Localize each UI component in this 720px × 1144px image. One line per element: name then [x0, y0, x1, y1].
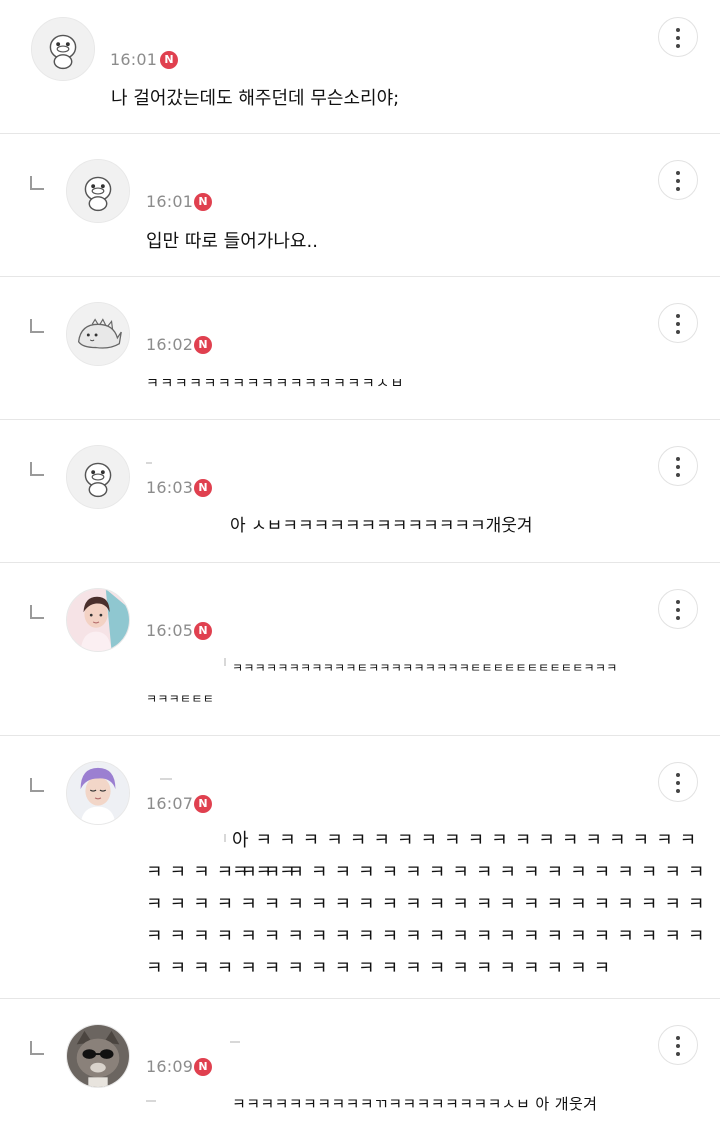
more-vertical-icon	[676, 1036, 680, 1040]
more-dot	[676, 1052, 680, 1056]
redacted-name	[230, 1041, 240, 1043]
comment-text-line: ㅋㅋㅋㅌㅌㅌ	[146, 692, 215, 706]
more-dot	[676, 44, 680, 48]
more-dot	[676, 608, 680, 612]
more-dot	[676, 473, 680, 477]
reply-item: 16:01 N 입만 따로 들어가나요..	[0, 134, 720, 277]
comment-text-line: ㅋㅋㅋㅋㅋㅋㅋㅋㅋㅋㅋㅋㅋㅋㅋㅋㅋㅋㅋㅋㅋㅋㅋㅋ	[146, 926, 712, 947]
more-vertical-icon	[676, 314, 680, 318]
comment-time: 16:05	[146, 621, 194, 640]
comment-time: 16:09	[146, 1057, 194, 1076]
more-vertical-icon	[676, 171, 680, 175]
reply-arrow-icon	[30, 605, 44, 619]
chick-character-icon	[32, 18, 94, 80]
more-dot	[676, 179, 680, 183]
more-options-button[interactable]	[658, 1025, 698, 1065]
more-options-button[interactable]	[658, 446, 698, 486]
comment-text: 입만 따로 들어가나요..	[146, 231, 318, 252]
more-dot	[676, 616, 680, 620]
comment-text-line: ㅋㅋㅋㅋㅋㅋㅋㅋㅋㅋㅋㅌㅋㅋㅋㅋㅋㅋㅋㅋㅋㅌㅌㅌㅌㅌㅌㅌㅌㅌㅌㅋㅋㅋ	[232, 661, 618, 675]
new-badge: N	[194, 1058, 212, 1076]
more-dot	[676, 781, 680, 785]
reply-item: 16:09 N ㅋㅋㅋㅋㅋㅋㅋㅋㅋㅋㄲㅋㅋㅋㅋㅋㅋㅋㅋㅅㅂ 아 개웃겨	[0, 999, 720, 1144]
comment-text: ㅋㅋㅋㅋㅋㅋㅋㅋㅋㅋㅋㅋㅋㅋㅋㅋㅅㅂ	[146, 376, 405, 392]
avatar[interactable]	[66, 159, 130, 223]
comment-item: 16:01 N 나 걸어갔는데도 해주던데 무슨소리야;	[0, 0, 720, 134]
comment-text-line: ㅋㅋㅋㅋㅋㅋㅋㅋㅋㅋㅋㅋㅋㅋㅋㅋㅋㅋㅋㅋㅋㅋㅋㅋ	[146, 862, 712, 883]
more-dot	[676, 330, 680, 334]
more-options-button[interactable]	[658, 17, 698, 57]
comment-time: 16:07	[146, 794, 194, 813]
more-vertical-icon	[676, 28, 680, 32]
avatar[interactable]	[31, 17, 95, 81]
redacted-mention	[224, 834, 226, 842]
comment-text-line: ㅋㅋㅋㅋㅋㅋㅋㅋㅋㅋㅋㅋㅋㅋㅋㅋㅋㅋㅋㅋㅋㅋㅋㅋ	[146, 894, 712, 915]
more-vertical-icon	[676, 773, 680, 777]
profile-photo	[67, 762, 129, 824]
more-dot	[676, 322, 680, 326]
new-badge: N	[160, 51, 178, 69]
new-badge: N	[194, 336, 212, 354]
avatar[interactable]	[66, 761, 130, 825]
new-badge: N	[194, 622, 212, 640]
redacted-name	[160, 778, 172, 780]
avatar[interactable]	[66, 302, 130, 366]
comment-time: 16:01	[110, 50, 158, 69]
new-badge: N	[194, 193, 212, 211]
cat-photo	[67, 1025, 129, 1087]
comment-time: 16:02	[146, 335, 194, 354]
comment-time: 16:01	[146, 192, 194, 211]
avatar[interactable]	[66, 1024, 130, 1088]
dinosaur-character-icon	[67, 303, 129, 365]
new-badge: N	[194, 795, 212, 813]
more-dot	[676, 187, 680, 191]
comment-text-line: ㅋㅋㅋㅋㅋㅋㅋㅋㅋㅋㅋㅋㅋㅋㅋㅋㅋㅋㅋㅋ	[146, 958, 618, 979]
more-dot	[676, 465, 680, 469]
reply-arrow-icon	[30, 176, 44, 190]
comment-text: ㅋㅋㅋㅋㅋㅋㅋㅋㅋㅋㄲㅋㅋㅋㅋㅋㅋㅋㅋㅅㅂ 아 개웃겨	[232, 1095, 598, 1113]
more-dot	[676, 36, 680, 40]
more-dot	[676, 1044, 680, 1048]
redacted-mention	[146, 1100, 156, 1102]
comment-text: 나 걸어갔는데도 해주던데 무슨소리야;	[111, 88, 400, 109]
reply-arrow-icon	[30, 462, 44, 476]
comment-time: 16:03	[146, 478, 194, 497]
reply-item: 16:03 N 아 ㅅㅂㅋㅋㅋㅋㅋㅋㅋㅋㅋㅋㅋㅋㅋ개웃겨	[0, 420, 720, 563]
avatar[interactable]	[66, 588, 130, 652]
more-vertical-icon	[676, 600, 680, 604]
reply-arrow-icon	[30, 319, 44, 333]
more-options-button[interactable]	[658, 762, 698, 802]
redacted-mention	[224, 658, 226, 666]
chick-character-icon	[67, 160, 129, 222]
more-options-button[interactable]	[658, 589, 698, 629]
reply-arrow-icon	[30, 1041, 44, 1055]
more-vertical-icon	[676, 457, 680, 461]
new-badge: N	[194, 479, 212, 497]
reply-item: 16:02 N ㅋㅋㅋㅋㅋㅋㅋㅋㅋㅋㅋㅋㅋㅋㅋㅋㅅㅂ	[0, 277, 720, 420]
more-dot	[676, 789, 680, 793]
avatar[interactable]	[66, 445, 130, 509]
reply-item: 16:07 N 아ㅋㅋㅋㅋㅋㅋㅋㅋㅋㅋㅋㅋㅋㅋㅋㅋㅋㅋㅋㅋㅋㅋ ㅋㅋㅋㅋㅋㅋㅋㅋ…	[0, 736, 720, 999]
more-options-button[interactable]	[658, 160, 698, 200]
reply-item: 16:05 N ㅋㅋㅋㅋㅋㅋㅋㅋㅋㅋㅋㅌㅋㅋㅋㅋㅋㅋㅋㅋㅋㅌㅌㅌㅌㅌㅌㅌㅌㅌㅌㅋ…	[0, 563, 720, 736]
more-options-button[interactable]	[658, 303, 698, 343]
chick-character-icon	[67, 446, 129, 508]
comment-text: 아 ㅅㅂㅋㅋㅋㅋㅋㅋㅋㅋㅋㅋㅋㅋㅋ개웃겨	[230, 516, 533, 536]
redacted-name	[146, 462, 152, 464]
reply-arrow-icon	[30, 778, 44, 792]
profile-photo	[67, 589, 129, 651]
